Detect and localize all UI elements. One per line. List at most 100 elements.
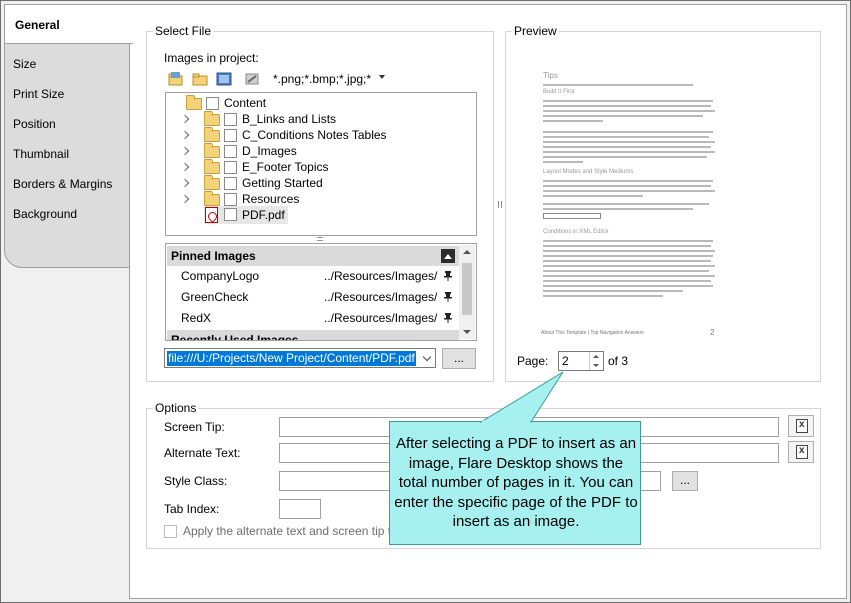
tree-node-label: E_Footer Topics: [242, 160, 329, 174]
pin-icon[interactable]: [444, 313, 452, 323]
tab-thumbnail[interactable]: Thumbnail: [13, 143, 69, 165]
tree-checkbox[interactable]: [224, 193, 237, 206]
tree-checkbox[interactable]: [224, 113, 237, 126]
tree-node-label: Content: [224, 96, 267, 110]
file-filter-value: *.png;*.bmp;*.jpg;*: [273, 72, 372, 86]
chevron-right-icon[interactable]: [180, 146, 190, 156]
tree-checkbox[interactable]: [224, 145, 237, 158]
chevron-up-icon[interactable]: [441, 249, 455, 263]
tree-node-pdf-selected[interactable]: PDF.pdf: [204, 206, 288, 224]
vertical-splitter-grip[interactable]: [498, 201, 502, 208]
scroll-down-icon[interactable]: [463, 330, 471, 334]
tree-node-label: Getting Started: [242, 176, 323, 190]
scroll-thumb[interactable]: [462, 263, 472, 315]
pinned-image-name: RedX: [181, 311, 212, 325]
pinned-image-path: ../Resources/Images/: [324, 311, 438, 325]
pdf-page-preview: Tips Build It First Layout Modes and Sty…: [515, 49, 807, 345]
alternate-text-label: Alternate Text:: [164, 446, 241, 460]
file-path-value: file:///U:/Projects/New Project/Content/…: [167, 351, 416, 366]
tree-checkbox[interactable]: [224, 161, 237, 174]
spinner-buttons[interactable]: [589, 352, 603, 370]
tree-checkbox[interactable]: [224, 177, 237, 190]
style-class-label: Style Class:: [164, 474, 228, 488]
new-folder-icon[interactable]: [192, 71, 208, 87]
callout-text: After selecting a PDF to insert as an im…: [394, 435, 638, 530]
tab-general[interactable]: General: [4, 4, 133, 44]
tab-borders-margins[interactable]: Borders & Margins: [13, 173, 112, 195]
pinned-image-row[interactable]: RedX ../Resources/Images/: [167, 308, 459, 329]
tab-size[interactable]: Size: [13, 53, 36, 75]
tree-checkbox[interactable]: [224, 208, 237, 221]
tab-print-size[interactable]: Print Size: [13, 83, 64, 105]
style-class-browse-button[interactable]: ...: [672, 471, 698, 491]
image-toolbar: *.png;*.bmp;*.jpg;*: [166, 68, 476, 90]
browse-file-button[interactable]: ...: [442, 348, 476, 369]
tab-index-input[interactable]: [279, 499, 321, 519]
chevron-down-icon[interactable]: [379, 75, 385, 79]
folder-icon: [204, 191, 220, 206]
pinned-image-row[interactable]: CompanyLogo ../Resources/Images/: [167, 266, 459, 287]
tree-node-folder[interactable]: Getting Started: [180, 175, 462, 191]
apply-alt-text-checkbox[interactable]: [164, 525, 177, 538]
pin-icon[interactable]: [444, 271, 452, 281]
pin-icon[interactable]: [444, 292, 452, 302]
preview-heading: Build It First: [543, 89, 575, 95]
chevron-down-icon[interactable]: [422, 352, 432, 362]
chevron-right-icon[interactable]: [180, 130, 190, 140]
tab-index-label: Tab Index:: [164, 502, 220, 516]
options-title: Options: [153, 401, 199, 415]
pinned-list-scrollbar[interactable]: [459, 245, 475, 339]
chevron-right-icon[interactable]: [180, 178, 190, 188]
project-file-tree[interactable]: Content B_Links and Lists C_Conditions N…: [165, 92, 477, 236]
screen-tip-edit-button[interactable]: [788, 415, 814, 437]
chevron-right-icon[interactable]: [180, 162, 190, 172]
pinned-images-list[interactable]: Pinned Images CompanyLogo ../Resources/I…: [165, 243, 477, 341]
view-icon[interactable]: [216, 71, 232, 87]
preview-page-number: 2: [710, 328, 715, 337]
preview-heading: Conditions in XML Editor: [543, 229, 609, 235]
recently-used-images-header[interactable]: Recently Used Images: [167, 330, 459, 340]
tree-node-folder[interactable]: C_Conditions Notes Tables: [180, 127, 462, 143]
tab-background[interactable]: Background: [13, 203, 77, 225]
folder-open-icon[interactable]: [168, 71, 184, 87]
file-path-combobox[interactable]: file:///U:/Projects/New Project/Content/…: [164, 348, 436, 368]
preview-heading: Tips: [543, 71, 558, 80]
annotation-callout: After selecting a PDF to insert as an im…: [389, 421, 641, 545]
pinned-images-header[interactable]: Pinned Images: [167, 246, 459, 266]
tree-node-folder[interactable]: D_Images: [180, 143, 462, 159]
tab-strip: General Size Print Size Position Thumbna…: [4, 4, 133, 268]
screen-tip-label: Screen Tip:: [164, 420, 225, 434]
pinned-image-name: GreenCheck: [181, 290, 249, 304]
file-filter-dropdown[interactable]: *.png;*.bmp;*.jpg;*: [270, 68, 390, 90]
alternate-text-edit-button[interactable]: [788, 441, 814, 463]
folder-icon: [204, 159, 220, 174]
folder-icon: [204, 111, 220, 126]
tab-position[interactable]: Position: [13, 113, 56, 135]
page-number-value: 2: [562, 354, 569, 368]
edit-text-icon: [796, 445, 808, 459]
select-file-title: Select File: [153, 24, 214, 38]
images-in-project-label: Images in project:: [164, 51, 259, 65]
pinned-image-row[interactable]: GreenCheck ../Resources/Images/: [167, 287, 459, 308]
tree-node-label: C_Conditions Notes Tables: [242, 128, 387, 142]
tree-checkbox[interactable]: [206, 97, 219, 110]
horizontal-splitter-grip[interactable]: [317, 237, 323, 241]
preview-footer: About This Template | Top Navigation Ans…: [541, 330, 644, 336]
preview-title: Preview: [512, 24, 559, 38]
chevron-right-icon[interactable]: [180, 194, 190, 204]
pinned-image-path: ../Resources/Images/: [324, 290, 438, 304]
tree-node-folder[interactable]: E_Footer Topics: [180, 159, 462, 175]
refresh-icon[interactable]: [244, 71, 260, 87]
chevron-right-icon[interactable]: [180, 114, 190, 124]
tree-node-folder[interactable]: Resources: [180, 191, 462, 207]
spin-up-icon[interactable]: [593, 355, 599, 358]
page-number-spinner[interactable]: 2: [558, 351, 604, 371]
scroll-up-icon[interactable]: [463, 250, 471, 254]
tree-node-folder[interactable]: B_Links and Lists: [180, 111, 462, 127]
page-label: Page:: [517, 354, 549, 368]
spin-down-icon[interactable]: [593, 364, 599, 367]
pdf-file-icon: [205, 207, 218, 223]
page-total-label: of 3: [608, 354, 629, 368]
tree-checkbox[interactable]: [224, 129, 237, 142]
folder-icon: [186, 95, 202, 110]
